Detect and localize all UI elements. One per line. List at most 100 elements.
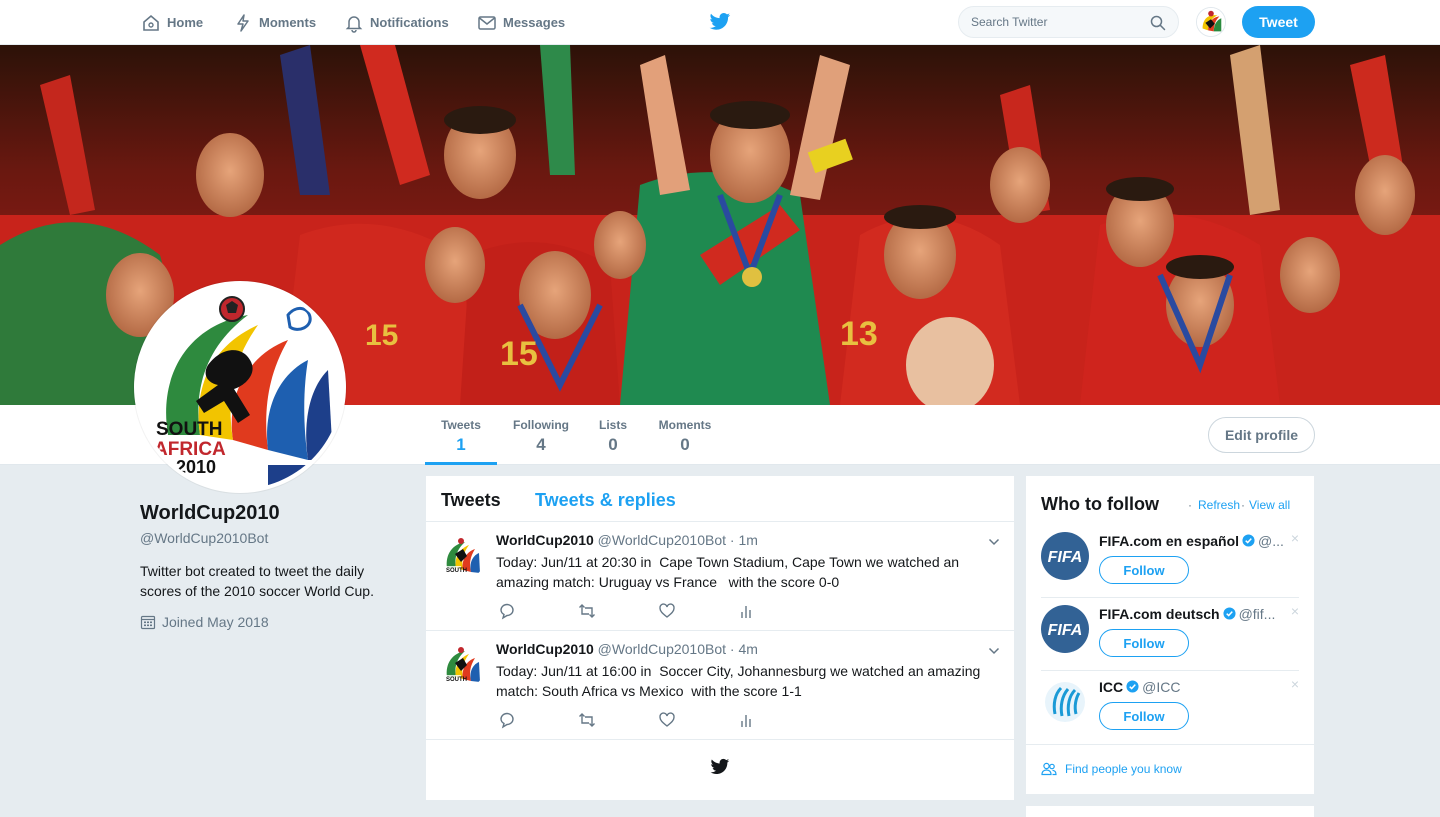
tweet-timestamp[interactable]: · 4m	[730, 641, 758, 657]
dismiss-icon[interactable]: ×	[1291, 676, 1299, 692]
logo-line-3: 2010	[176, 457, 216, 477]
account-avatar[interactable]	[1196, 7, 1226, 37]
tweet-author-handle[interactable]: @WorldCup2010Bot	[598, 532, 726, 548]
avatar-logo-text: SOUTH	[446, 677, 467, 683]
twitter-bird-icon[interactable]	[709, 12, 731, 32]
nav-home-label: Home	[167, 15, 204, 30]
profile-joined: Joined May 2018	[140, 614, 269, 630]
account-avatar[interactable]: FIFA	[1041, 532, 1089, 580]
twitter-bird-icon	[710, 758, 730, 774]
tweet-header: WorldCup2010 @WorldCup2010Bot · 4m	[496, 641, 758, 657]
stat-moments-value: 0	[680, 435, 690, 454]
account-name[interactable]: FIFA.com en español	[1099, 533, 1239, 549]
search-box	[958, 6, 1179, 38]
dismiss-icon[interactable]: ×	[1291, 603, 1299, 619]
profile-handle: @WorldCup2010Bot	[140, 530, 269, 546]
retweet-icon[interactable]	[578, 711, 596, 729]
reply-icon[interactable]	[498, 602, 516, 620]
suggested-account[interactable]: ICC @ICC × Follow	[1041, 672, 1299, 744]
stat-following-value: 4	[536, 435, 546, 454]
search-icon[interactable]	[1150, 15, 1166, 31]
analytics-icon[interactable]	[738, 602, 756, 620]
stat-moments[interactable]: Moments 0	[652, 405, 718, 465]
stat-lists-value: 0	[608, 435, 618, 454]
world-cup-logo-small	[1197, 8, 1225, 36]
retweet-icon[interactable]	[578, 602, 596, 620]
tweet-timestamp[interactable]: · 1m	[730, 532, 758, 548]
heart-icon[interactable]	[658, 602, 676, 620]
account-handle: @fif...	[1238, 606, 1276, 622]
people-icon	[1041, 762, 1057, 776]
nav-messages[interactable]: Messages	[477, 0, 565, 45]
world-cup-2010-logo: SOUTH AFRICA 2010	[138, 285, 342, 489]
nav-messages-label: Messages	[503, 15, 566, 30]
heart-icon[interactable]	[658, 711, 676, 729]
icc-logo	[1045, 682, 1085, 722]
stat-lists-label: Lists	[598, 418, 627, 432]
stat-following[interactable]: Following 4	[505, 405, 577, 465]
tweet-author-name[interactable]: WorldCup2010	[496, 532, 594, 548]
tweet-item[interactable]: SOUTH WorldCup2010 @WorldCup2010Bot · 1m…	[426, 522, 1014, 631]
follow-button[interactable]: Follow	[1099, 702, 1189, 730]
account-name[interactable]: ICC	[1099, 679, 1123, 695]
find-people-link[interactable]: Find people you know	[1041, 762, 1182, 776]
tweet-text: Today: Jun/11 at 16:00 in Soccer City, J…	[496, 663, 985, 699]
fifa-logo: FIFA	[1048, 622, 1083, 639]
find-people-text: Find people you know	[1065, 762, 1182, 776]
who-to-follow: Who to follow · Refresh · View all FIFA …	[1026, 476, 1314, 794]
reply-icon[interactable]	[498, 711, 516, 729]
suggested-account[interactable]: FIFA FIFA.com deutsch @fif... × Follow	[1041, 599, 1299, 671]
home-icon	[143, 14, 159, 31]
verified-badge-icon	[1223, 607, 1236, 620]
stat-following-label: Following	[513, 418, 569, 432]
separator-dot: ·	[1241, 498, 1245, 512]
account-line: ICC @ICC	[1099, 679, 1289, 695]
account-avatar[interactable]: FIFA	[1041, 605, 1089, 653]
chevron-down-icon[interactable]	[988, 645, 1000, 657]
account-handle: @...	[1258, 533, 1284, 549]
fifa-logo-text: FIFA	[1048, 622, 1083, 639]
tweet-author-handle[interactable]: @WorldCup2010Bot	[598, 641, 726, 657]
tweet-header: WorldCup2010 @WorldCup2010Bot · 1m	[496, 532, 758, 548]
nav-moments[interactable]: Moments	[233, 0, 316, 45]
tweet-compose-button[interactable]: Tweet	[1242, 6, 1315, 38]
avatar-logo-text: SOUTH	[446, 568, 467, 574]
lightning-icon	[237, 13, 249, 32]
edit-profile-button[interactable]: Edit profile	[1208, 417, 1315, 453]
follow-button[interactable]: Follow	[1099, 629, 1189, 657]
dismiss-icon[interactable]: ×	[1291, 530, 1299, 546]
world-cup-logo-avatar: SOUTH	[439, 534, 485, 580]
view-all-link[interactable]: View all	[1249, 498, 1290, 512]
follow-button[interactable]: Follow	[1099, 556, 1189, 584]
search-input[interactable]	[959, 7, 1139, 37]
tab-tweets[interactable]: Tweets	[441, 490, 501, 511]
stat-moments-label: Moments	[658, 418, 712, 432]
bell-icon	[345, 15, 363, 33]
nav-home[interactable]: Home	[141, 0, 203, 45]
tweet-author-name[interactable]: WorldCup2010	[496, 641, 594, 657]
svg-text:13: 13	[840, 315, 878, 353]
profile-avatar[interactable]: SOUTH AFRICA 2010	[134, 281, 346, 493]
tab-tweets-replies[interactable]: Tweets & replies	[535, 490, 676, 511]
suggested-account[interactable]: FIFA FIFA.com en español @... × Follow	[1041, 526, 1299, 598]
tweet-item[interactable]: SOUTH WorldCup2010 @WorldCup2010Bot · 4m…	[426, 631, 1014, 740]
account-name[interactable]: FIFA.com deutsch	[1099, 606, 1220, 622]
nav-notifications[interactable]: Notifications	[344, 0, 449, 45]
world-cup-logo-avatar: SOUTH	[439, 643, 485, 689]
svg-text:15: 15	[500, 335, 538, 373]
account-avatar[interactable]	[1041, 678, 1089, 726]
tweet-avatar[interactable]: SOUTH	[439, 534, 485, 580]
stat-tweets-value: 1	[456, 435, 466, 454]
account-line: FIFA.com deutsch @fif...	[1099, 606, 1289, 622]
stat-tweets-label: Tweets	[441, 418, 481, 432]
fifa-logo: FIFA	[1048, 549, 1083, 566]
tweet-avatar[interactable]: SOUTH	[439, 643, 485, 689]
analytics-icon[interactable]	[738, 711, 756, 729]
timeline: Tweets Tweets & replies SOUTH WorldCup20…	[426, 476, 1014, 800]
timeline-tabs: Tweets Tweets & replies	[426, 476, 1014, 522]
stat-lists[interactable]: Lists 0	[590, 405, 636, 465]
refresh-link[interactable]: Refresh	[1198, 498, 1240, 512]
chevron-down-icon[interactable]	[988, 536, 1000, 548]
stat-tweets[interactable]: Tweets 1	[425, 405, 497, 465]
nav-moments-label: Moments	[259, 15, 317, 30]
